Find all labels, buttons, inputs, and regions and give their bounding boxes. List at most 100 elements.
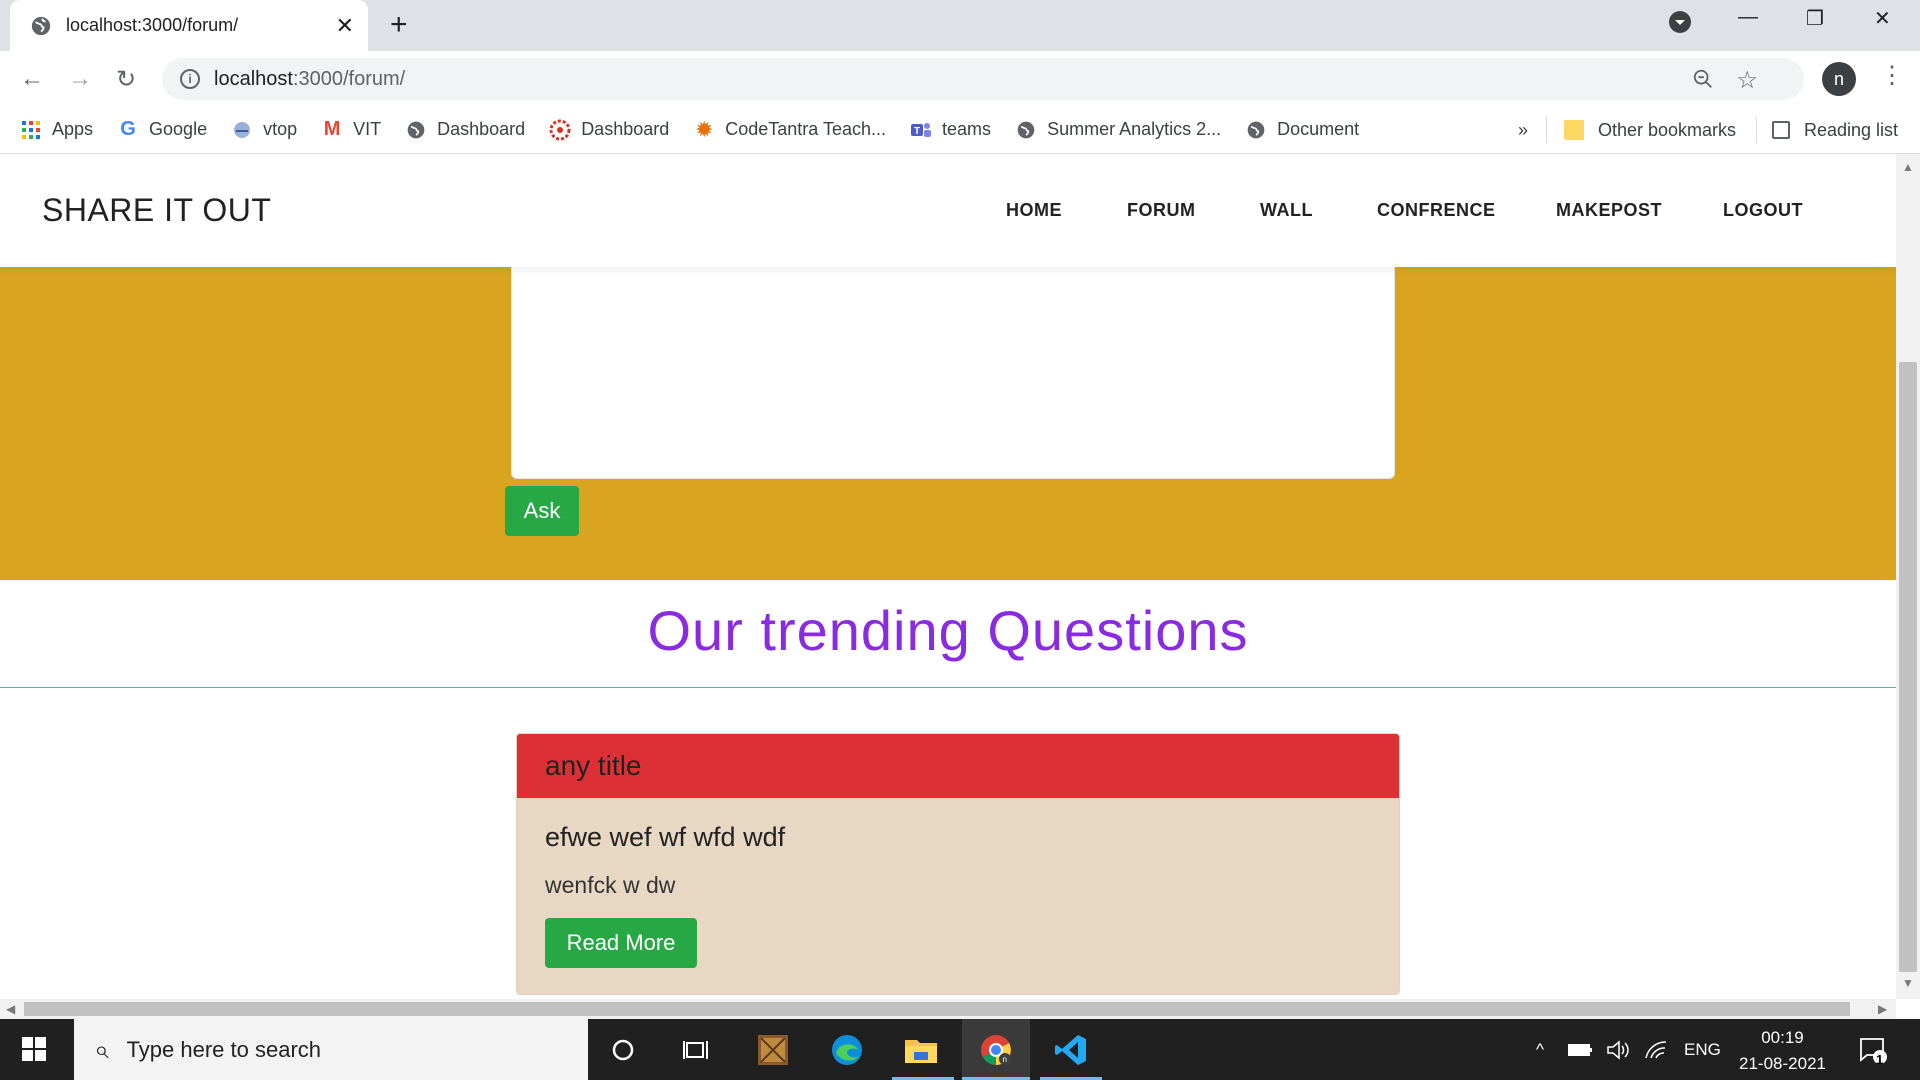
folder-icon xyxy=(1564,120,1584,140)
bookmark-label: CodeTantra Teach... xyxy=(725,119,887,139)
bookmark-apps[interactable]: Apps xyxy=(20,119,93,141)
bookmark-label: Dashboard xyxy=(581,119,670,139)
bookmark-summer-analytics[interactable]: Summer Analytics 2... xyxy=(1015,119,1221,141)
close-tab-icon[interactable]: ✕ xyxy=(336,13,354,39)
volume-icon[interactable] xyxy=(1606,1019,1630,1080)
read-more-button[interactable]: Read More xyxy=(545,918,697,968)
bookmark-label: Apps xyxy=(52,119,94,139)
edge-icon[interactable] xyxy=(830,1033,864,1067)
system-clock[interactable]: 00:19 21-08-2021 xyxy=(1730,1025,1835,1077)
tab-strip: localhost:3000/forum/ ✕ + — ❐ ✕ xyxy=(0,0,1920,51)
bookmarks-overflow[interactable]: » xyxy=(1518,106,1528,154)
nav-makepost[interactable]: MAKEPOST xyxy=(1556,200,1662,221)
nav-logout[interactable]: LOGOUT xyxy=(1723,200,1803,221)
window-close-icon[interactable]: ✕ xyxy=(1874,6,1891,31)
bookmark-star-icon[interactable]: ☆ xyxy=(1736,66,1758,95)
taskbar-search[interactable]: ⌕ Type here to search xyxy=(74,1019,588,1080)
reload-icon[interactable]: ↻ xyxy=(116,65,136,94)
globe-icon xyxy=(1245,119,1267,141)
apps-grid-icon xyxy=(20,119,42,141)
card-title: efwe wef wf wfd wdf xyxy=(545,822,786,852)
dosbox-icon[interactable] xyxy=(756,1033,790,1067)
question-textarea[interactable] xyxy=(511,267,1395,479)
cortana-icon[interactable] xyxy=(606,1033,640,1067)
nav-home[interactable]: HOME xyxy=(1006,200,1062,221)
notifications-icon[interactable]: 1 xyxy=(1858,1019,1888,1080)
minimize-icon[interactable]: — xyxy=(1738,6,1758,29)
bookmark-vtop[interactable]: vtop xyxy=(231,119,297,141)
reading-list-icon xyxy=(1772,121,1790,139)
browser-toolbar: ← → ↻ i localhost:3000/forum/ ☆ n ⋮ xyxy=(0,51,1920,106)
nav-confrence[interactable]: CONFRENCE xyxy=(1377,200,1496,221)
bookmark-label: teams xyxy=(942,119,992,139)
tab-search-icon[interactable] xyxy=(1668,10,1692,40)
address-bar[interactable]: i localhost:3000/forum/ ☆ xyxy=(162,58,1804,100)
clock-time: 00:19 xyxy=(1761,1028,1804,1047)
bookmark-teams[interactable]: T teams xyxy=(910,119,991,141)
language-indicator[interactable]: ENG xyxy=(1684,1019,1721,1080)
scroll-right-icon[interactable]: ▶ xyxy=(1878,1002,1887,1016)
vscode-icon[interactable] xyxy=(1054,1033,1088,1067)
teams-icon: T xyxy=(910,119,932,141)
tab-title: localhost:3000/forum/ xyxy=(66,15,239,35)
horizontal-scrollbar[interactable]: ◀ ▶ xyxy=(0,999,1896,1019)
new-tab-icon[interactable]: + xyxy=(390,8,408,42)
file-explorer-icon[interactable] xyxy=(904,1033,938,1067)
bookmark-dashboard-1[interactable]: Dashboard xyxy=(405,119,525,141)
bookmark-label: VIT xyxy=(353,119,382,139)
ask-button[interactable]: Ask xyxy=(505,486,579,536)
bookmark-google[interactable]: G Google xyxy=(117,118,207,141)
bookmark-label: vtop xyxy=(263,119,298,139)
profile-avatar[interactable]: n xyxy=(1822,62,1856,96)
globe-icon xyxy=(31,16,51,35)
forward-icon[interactable]: → xyxy=(68,65,92,93)
taskbar-search-placeholder: Type here to search xyxy=(126,1036,322,1062)
restore-icon[interactable]: ❐ xyxy=(1806,6,1824,31)
vertical-scroll-thumb[interactable] xyxy=(1899,362,1917,972)
scroll-left-icon[interactable]: ◀ xyxy=(6,1002,15,1016)
browser-tab[interactable]: localhost:3000/forum/ ✕ xyxy=(10,0,368,51)
zoom-icon[interactable] xyxy=(1692,68,1714,96)
task-view-icon[interactable] xyxy=(679,1033,713,1067)
question-card: any title efwe wef wf wfd wdf wenfck w d… xyxy=(516,733,1400,995)
bookmark-codetantra[interactable]: ✹ CodeTantra Teach... xyxy=(693,117,887,142)
reading-list[interactable]: Reading list xyxy=(1772,106,1898,154)
windows-start-icon[interactable] xyxy=(22,1037,46,1061)
scroll-up-icon[interactable]: ▲ xyxy=(1902,160,1914,174)
divider xyxy=(0,687,1896,688)
page-viewport: SHARE IT OUT HOME FORUM WALL CONFRENCE M… xyxy=(0,154,1896,999)
svg-text:T: T xyxy=(914,126,920,137)
horizontal-scroll-thumb[interactable] xyxy=(24,1002,1850,1016)
url-path: :3000/forum/ xyxy=(292,67,406,90)
globe-icon xyxy=(1015,119,1037,141)
site-info-icon[interactable]: i xyxy=(180,69,200,89)
google-icon: G xyxy=(120,118,136,140)
svg-text:n: n xyxy=(1003,1055,1007,1064)
battery-icon[interactable] xyxy=(1568,1019,1594,1080)
nav-forum[interactable]: FORUM xyxy=(1127,200,1196,221)
bookmark-divider xyxy=(1756,117,1757,143)
bookmarks-bar: Apps G Google vtop M VIT Dashboard Dashboa… xyxy=(0,106,1920,154)
bookmark-dashboard-2[interactable]: Dashboard xyxy=(549,119,669,141)
card-text: wenfck w dw xyxy=(545,872,676,898)
search-icon: ⌕ xyxy=(94,1033,109,1064)
wifi-icon[interactable] xyxy=(1644,1019,1668,1080)
chrome-icon[interactable]: n xyxy=(979,1033,1013,1067)
show-hidden-icons[interactable]: ^ xyxy=(1536,1019,1544,1080)
dashboard-icon xyxy=(549,119,571,141)
bookmark-vit[interactable]: M VIT xyxy=(321,118,382,141)
url-host: localhost xyxy=(214,67,293,90)
nav-wall[interactable]: WALL xyxy=(1260,200,1313,221)
site-brand[interactable]: SHARE IT OUT xyxy=(42,192,271,229)
windows-taskbar: ⌕ Type here to search n ^ ENG 00:19 21-0… xyxy=(0,1019,1920,1080)
bookmark-label: Dashboard xyxy=(437,119,526,139)
back-icon[interactable]: ← xyxy=(20,65,44,93)
reading-list-label: Reading list xyxy=(1804,119,1899,140)
bookmark-document[interactable]: Document xyxy=(1245,119,1359,141)
vertical-scrollbar[interactable]: ▲ ▼ xyxy=(1896,154,1920,999)
gmail-icon: M xyxy=(323,118,341,140)
other-bookmarks[interactable]: Other bookmarks xyxy=(1564,106,1736,154)
scroll-down-icon[interactable]: ▼ xyxy=(1902,976,1914,990)
menu-kebab-icon[interactable]: ⋮ xyxy=(1880,61,1904,90)
bookmark-label: Summer Analytics 2... xyxy=(1047,119,1222,139)
